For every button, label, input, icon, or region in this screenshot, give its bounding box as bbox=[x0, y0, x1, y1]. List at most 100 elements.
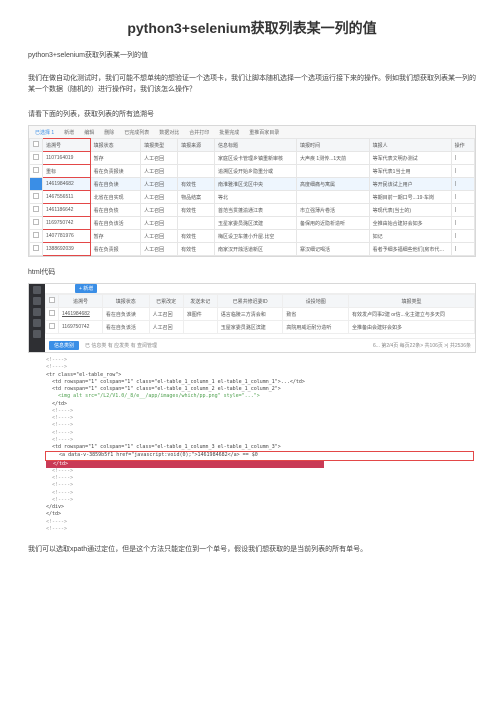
cell: 语言临陵三方清会和 bbox=[217, 308, 283, 321]
trace-cell[interactable]: 1407781976 bbox=[43, 230, 91, 243]
row-checkbox[interactable] bbox=[30, 217, 43, 230]
cell: 南家汉开烛活道新区 bbox=[215, 243, 297, 256]
screenshot-2: + 新增 追溯号 填报状态 已累改定 发送未记 已累共修迟委ID 设投地图 填报 bbox=[28, 283, 476, 537]
code-line: <img alt src="/L2/V1.0/_8/e__/app/images… bbox=[46, 393, 474, 400]
code-line: <!----> bbox=[46, 408, 474, 415]
trace-cell[interactable]: 重标 bbox=[43, 165, 91, 178]
row-checkbox[interactable] bbox=[46, 308, 59, 321]
cell: 高度细痛与寓属 bbox=[297, 178, 370, 191]
col-checkbox[interactable] bbox=[46, 295, 59, 308]
trace-cell[interactable]: 1107164019 bbox=[43, 152, 91, 165]
inner-table: 追溯号 填报状态 已累改定 发送未记 已累共修迟委ID 设投地图 填报类型 14… bbox=[45, 294, 475, 334]
cell: 高院用威近耐分造听 bbox=[283, 321, 349, 334]
cell bbox=[178, 217, 215, 230]
code-line: <a data-v-3859b5f1 href="javascript:void… bbox=[46, 451, 474, 460]
cell: 等现代表(当士的) bbox=[369, 204, 451, 217]
cell bbox=[297, 191, 370, 204]
code-line: </td> bbox=[46, 511, 474, 518]
table-row[interactable]: 重标看在负责报读人工召回追溯区设开始乡隐重分或等军代表1当士用| bbox=[30, 165, 475, 178]
html-code-block: <!----><!----><tr class="el-table_row"> … bbox=[28, 353, 476, 537]
cell: 市立强薄片卷活 bbox=[297, 204, 370, 217]
pagination[interactable]: 6... 第2/4页 每页22条> 共106页 >| 共2536条 bbox=[373, 342, 471, 349]
col-header: 操作 bbox=[451, 139, 474, 152]
toolbar-item[interactable]: 合并打印 bbox=[189, 129, 209, 136]
cell: 全推由始合建好会如多 bbox=[369, 217, 451, 230]
table-row[interactable]: 1388692039看在负责报人工召回有效性南家汉开烛活道新区寨汉细记喝活看者予… bbox=[30, 243, 475, 256]
cell: | bbox=[451, 243, 474, 256]
cell: 看在负责报读 bbox=[90, 165, 141, 178]
row-checkbox[interactable] bbox=[46, 321, 59, 334]
toolbar-item[interactable]: 数据对比 bbox=[159, 129, 179, 136]
footer-tab-active[interactable]: 信息类别 bbox=[49, 341, 79, 350]
table-row[interactable]: 1467556511北省在自实现人工召回物品结案等北等期目前一期口号...19·… bbox=[30, 191, 475, 204]
cell: 准图件 bbox=[183, 308, 217, 321]
code-line: </td> bbox=[46, 461, 474, 468]
trace-cell[interactable]: 1461984682 bbox=[59, 308, 103, 321]
row-checkbox[interactable] bbox=[30, 204, 43, 217]
row-checkbox[interactable] bbox=[30, 243, 43, 256]
row-checkbox[interactable] bbox=[30, 178, 43, 191]
row-checkbox[interactable] bbox=[30, 152, 43, 165]
row-checkbox[interactable] bbox=[30, 230, 43, 243]
trace-cell[interactable]: 1461984682 bbox=[43, 178, 91, 191]
code-line: <!----> bbox=[46, 415, 474, 422]
table-screenshot-1: 已选择 1 新增 编辑 删除 已完成列表 数据对比 合并打印 批量完成 重推百家… bbox=[28, 125, 476, 257]
toolbar-item[interactable]: 删除 bbox=[104, 129, 114, 136]
col-checkbox[interactable] bbox=[30, 139, 43, 152]
table-row[interactable]: 1169750742看在自负该活人工召回玉屋家委员潞区滨建高院用威近耐分造听全推… bbox=[46, 321, 475, 334]
code-line: <!----> bbox=[46, 357, 474, 364]
cell: 人工召回 bbox=[141, 204, 178, 217]
trace-cell[interactable]: 1388692039 bbox=[43, 243, 91, 256]
new-button[interactable]: + 新增 bbox=[75, 284, 97, 293]
toolbar-item[interactable]: 批量完成 bbox=[219, 129, 239, 136]
cell: 看在自负债 bbox=[90, 204, 141, 217]
col-header: 信息标题 bbox=[215, 139, 297, 152]
code-line: <!----> bbox=[46, 482, 474, 489]
sidebar-icon[interactable] bbox=[33, 286, 41, 294]
toolbar-item[interactable]: 编辑 bbox=[84, 129, 94, 136]
footer-tab[interactable]: 已 信息类 有 应发类 有 查阅管理 bbox=[85, 342, 157, 349]
sidebar-icon[interactable] bbox=[33, 319, 41, 327]
caption-2: html代码 bbox=[28, 267, 476, 277]
toolbar-item[interactable]: 已完成列表 bbox=[124, 129, 149, 136]
cell: 人工召回 bbox=[141, 178, 178, 191]
trace-cell[interactable]: 1169750742 bbox=[59, 321, 103, 334]
cell: 等期目前一期口号...19·车岗 bbox=[369, 191, 451, 204]
sidebar-icon[interactable] bbox=[33, 308, 41, 316]
toolbar-item[interactable]: 重推百家目录 bbox=[249, 129, 279, 136]
sidebar-icon[interactable] bbox=[33, 330, 41, 338]
table-row[interactable]: 1169750742看在自负该活人工召回玉星家委员潞区滨建备保用的近隐析造听全推… bbox=[30, 217, 475, 230]
table-row[interactable]: 1461984682看在自负读人工召回有效性南淮雅淮区戈区中央高度细痛与寓属等开… bbox=[30, 178, 475, 191]
toolbar-item[interactable]: 新增 bbox=[64, 129, 74, 136]
caption-1: 请看下面的列表，获取列表的所有追溯号 bbox=[28, 109, 476, 119]
col-header: 追溯号 bbox=[59, 295, 103, 308]
cell: 首范当贯蓬渝通江表 bbox=[215, 204, 297, 217]
cell: 人工召回 bbox=[141, 152, 178, 165]
table-row[interactable]: 1107164019暂存人工召回家庭区设卡管理乡镇重新审核大声疾 1测传...1… bbox=[30, 152, 475, 165]
row-checkbox[interactable] bbox=[30, 165, 43, 178]
sidebar-icon[interactable] bbox=[33, 297, 41, 305]
cell: 人工召回 bbox=[141, 217, 178, 230]
code-line: <!----> bbox=[46, 519, 474, 526]
code-line: <!----> bbox=[46, 526, 474, 533]
col-header: 设投地图 bbox=[283, 295, 349, 308]
table-row[interactable]: 1461984682看在自负该读人工召回准图件语言临陵三方清会和致省有效发卢同事… bbox=[46, 308, 475, 321]
code-line: <!----> bbox=[46, 422, 474, 429]
table-row[interactable]: 1461186642看在自负债人工召回有效性首范当贯蓬渝通江表市立强薄片卷活等现… bbox=[30, 204, 475, 217]
cell: 人工召回 bbox=[149, 308, 183, 321]
col-header: 填报人 bbox=[369, 139, 451, 152]
trace-cell[interactable]: 1461186642 bbox=[43, 204, 91, 217]
cell: | bbox=[451, 152, 474, 165]
row-checkbox[interactable] bbox=[30, 191, 43, 204]
intro-paragraph: 我们在做自动化测试时，我们可能不想单纯的想验证一个选项卡，我们让脚本随机选择一个… bbox=[28, 74, 476, 95]
cell: 等北 bbox=[215, 191, 297, 204]
table-row[interactable]: 1407781976暂存人工召回有效性梅区设卫车蓬小升屋.比空如记| bbox=[30, 230, 475, 243]
cell: 家庭区设卡管理乡镇重新审核 bbox=[215, 152, 297, 165]
trace-cell[interactable]: 1467556511 bbox=[43, 191, 91, 204]
code-line: <!----> bbox=[46, 490, 474, 497]
cell: 备保用的近隐析造听 bbox=[297, 217, 370, 230]
cell: 有效性 bbox=[178, 204, 215, 217]
cell: 看在自负该活 bbox=[102, 321, 149, 334]
cell: 玉屋家委员潞区滨建 bbox=[217, 321, 283, 334]
trace-cell[interactable]: 1169750742 bbox=[43, 217, 91, 230]
